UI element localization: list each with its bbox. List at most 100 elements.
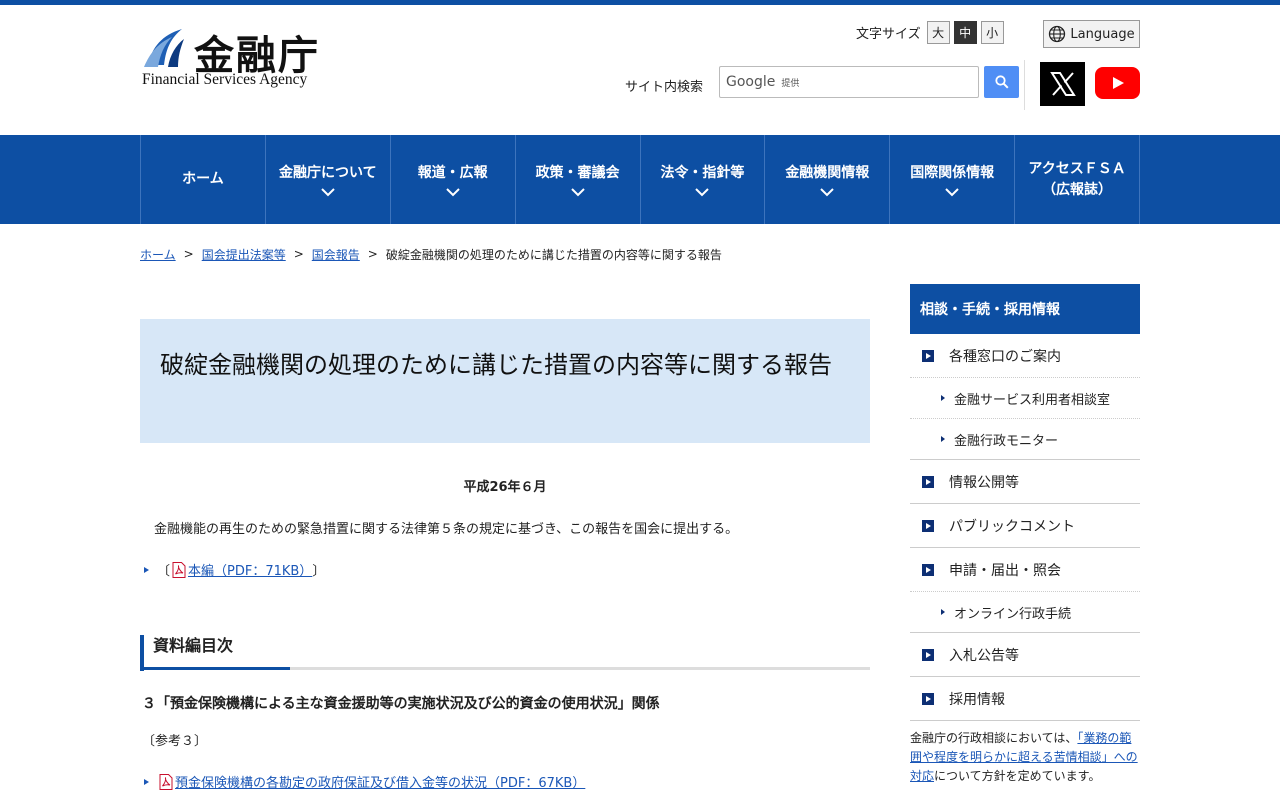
sidebar-note-text: について方針を定めています。 (934, 769, 1101, 784)
sidebar-item-label: 情報公開等 (949, 474, 1019, 491)
reference-link-row: 預金保険機構の各勘定の政府保証及び借入金等の状況（PDF：67KB） (144, 772, 585, 791)
arrow-square-icon (922, 475, 934, 488)
language-label: Language (1070, 26, 1135, 42)
deposit-insurance-pdf-link[interactable]: 預金保険機構の各勘定の政府保証及び借入金等の状況（PDF：67KB） (175, 772, 585, 791)
section-heading: 資料編目次 (140, 635, 870, 671)
sidebar-note: 金融庁の行政相談においては、「業務の範囲や程度を明らかに超える苦情相談」への対応… (910, 721, 1140, 787)
breadcrumb-separator: > (367, 247, 378, 261)
content-wrapper: 破綻金融機関の処理のために講じた措置の内容等に関する報告 平成26年６月 金融機… (140, 263, 1140, 800)
breadcrumb-link-home[interactable]: ホーム (140, 246, 176, 263)
sidebar-item-contact-windows[interactable]: 各種窓口のご案内 (910, 334, 1140, 378)
sidebar-item-applications[interactable]: 申請・届出・照会 (910, 548, 1140, 592)
nav-item-label: 報道・広報 (417, 164, 488, 181)
arrow-square-icon (922, 563, 934, 576)
x-twitter-link[interactable] (1040, 62, 1085, 106)
bullet-arrow-icon (144, 778, 149, 785)
main-report-link-row: 〔 本編（PDF：71KB） 〕 (144, 560, 325, 579)
arrow-square-icon (922, 349, 934, 362)
publication-date: 平成26年６月 (463, 480, 547, 495)
nav-item-policy[interactable]: 政策・審議会 (516, 135, 641, 224)
google-label: Google (726, 74, 776, 90)
header-divider (1024, 60, 1025, 110)
nav-item-label: 政策・審議会 (535, 164, 620, 181)
pdf-icon (172, 561, 186, 578)
site-logo[interactable]: 金融庁 Financial Services Agency (140, 25, 340, 95)
sidebar-item-label: 入札公告等 (949, 647, 1019, 664)
font-size-switcher: 文字サイズ 大 中 小 (856, 21, 1004, 44)
pdf-icon (159, 773, 173, 790)
chevron-down-icon (570, 187, 585, 196)
chevron-down-icon (820, 187, 835, 196)
small-arrow-icon (941, 395, 945, 401)
sidebar-subitem-consumer-office[interactable]: 金融サービス利用者相談室 (910, 378, 1140, 419)
youtube-play-icon (1112, 77, 1124, 89)
breadcrumb-link-bills[interactable]: 国会提出法案等 (202, 246, 286, 263)
font-size-large-button[interactable]: 大 (926, 21, 950, 44)
section-heading-underline (140, 667, 870, 670)
global-nav: ホーム 金融庁について 報道・広報 政策・審議会 法令・指針等 金融機関情報 国… (0, 135, 1280, 224)
search-button[interactable] (984, 66, 1019, 98)
search-icon (994, 75, 1009, 89)
sidebar-heading: 相談・手続・採用情報 (910, 284, 1140, 334)
small-arrow-icon (941, 609, 945, 615)
sidebar-item-label: 各種窓口のご案内 (949, 348, 1061, 365)
font-size-small-button[interactable]: 小 (980, 21, 1004, 44)
arrow-square-icon (922, 648, 934, 661)
nav-item-label: ホーム (182, 171, 224, 187)
sidebar-subitem-online-procedures[interactable]: オンライン行政手続 (910, 592, 1140, 633)
nav-item-home[interactable]: ホーム (141, 135, 266, 224)
page-title-box: 破綻金融機関の処理のために講じた措置の内容等に関する報告 (140, 319, 870, 443)
sidebar-item-tender-notices[interactable]: 入札公告等 (910, 633, 1140, 677)
font-size-label: 文字サイズ (856, 27, 921, 42)
nav-item-institutions[interactable]: 金融機関情報 (765, 135, 891, 224)
globe-icon (1049, 25, 1066, 43)
breadcrumb-link-diet-reports[interactable]: 国会報告 (312, 246, 360, 263)
x-logo-icon (1049, 72, 1076, 96)
nav-item-label: 金融庁について (279, 164, 377, 181)
breadcrumb-separator: > (183, 247, 194, 261)
sidebar-item-label: 申請・届出・照会 (949, 562, 1061, 579)
fsa-emblem-icon (144, 29, 184, 67)
chevron-down-icon (945, 187, 959, 196)
logo-english-text: Financial Services Agency (142, 71, 308, 88)
sidebar-note-text: 金融庁の行政相談においては、 (910, 731, 1078, 745)
nav-item-label: 法令・指針等 (660, 164, 745, 181)
sidebar-item-information-disclosure[interactable]: 情報公開等 (910, 460, 1140, 504)
nav-item-international[interactable]: 国際関係情報 (890, 135, 1016, 224)
breadcrumb-current: 破綻金融機関の処理のために講じた措置の内容等に関する報告 (385, 247, 722, 262)
reference-label: 〔参考３〕 (142, 734, 208, 749)
sidebar-subitem-admin-monitor[interactable]: 金融行政モニター (910, 419, 1140, 460)
site-search-label: サイト内検索 (625, 80, 704, 95)
chevron-down-icon (445, 187, 460, 196)
arrow-square-icon (922, 692, 934, 705)
chevron-down-icon (695, 187, 710, 196)
sidebar-item-public-comment[interactable]: パブリックコメント (910, 504, 1140, 548)
sidebar-item-recruitment[interactable]: 採用情報 (910, 677, 1140, 721)
bullet-arrow-icon (144, 566, 149, 573)
nav-item-label: 国際関係情報 (910, 164, 995, 181)
page-title: 破綻金融機関の処理のために講じた措置の内容等に関する報告 (160, 351, 832, 379)
sidebar-item-label: パブリックコメント (949, 518, 1075, 535)
bracket-open: 〔 (157, 564, 171, 579)
site-header: 金融庁 Financial Services Agency 文字サイズ 大 中 … (140, 5, 1140, 135)
sidebar-subitem-label: 金融サービス利用者相談室 (954, 392, 1111, 408)
breadcrumb: ホーム > 国会提出法案等 > 国会報告 > 破綻金融機関の処理のために講じた措… (140, 245, 1140, 263)
nav-item-about[interactable]: 金融庁について (266, 135, 391, 224)
nav-item-laws[interactable]: 法令・指針等 (641, 135, 766, 224)
language-button[interactable]: Language (1043, 20, 1140, 48)
sidebar: 相談・手続・採用情報 各種窓口のご案内 金融サービス利用者相談室 金融行政モニタ… (910, 284, 1140, 787)
font-size-medium-button[interactable]: 中 (953, 21, 977, 44)
nav-item-access-fsa[interactable]: アクセスＦＳＡ （広報誌） (1015, 135, 1140, 224)
main-report-pdf-link[interactable]: 本編（PDF：71KB） (188, 560, 312, 579)
sub-heading: ３「預金保険機構による主な資金援助等の実施状況及び公的資金の使用状況」関係 (142, 696, 660, 712)
sidebar-subitem-label: 金融行政モニター (954, 433, 1059, 449)
chevron-down-icon (321, 187, 335, 196)
small-arrow-icon (941, 436, 945, 442)
sidebar-item-label: 採用情報 (949, 691, 1005, 708)
arrow-square-icon (922, 519, 934, 532)
site-search-input[interactable]: Google 提供 (719, 66, 979, 98)
youtube-link[interactable] (1095, 67, 1140, 99)
nav-item-label: アクセスＦＳＡ （広報誌） (1028, 160, 1126, 198)
bracket-close: 〕 (312, 564, 326, 579)
nav-item-press[interactable]: 報道・広報 (391, 135, 516, 224)
